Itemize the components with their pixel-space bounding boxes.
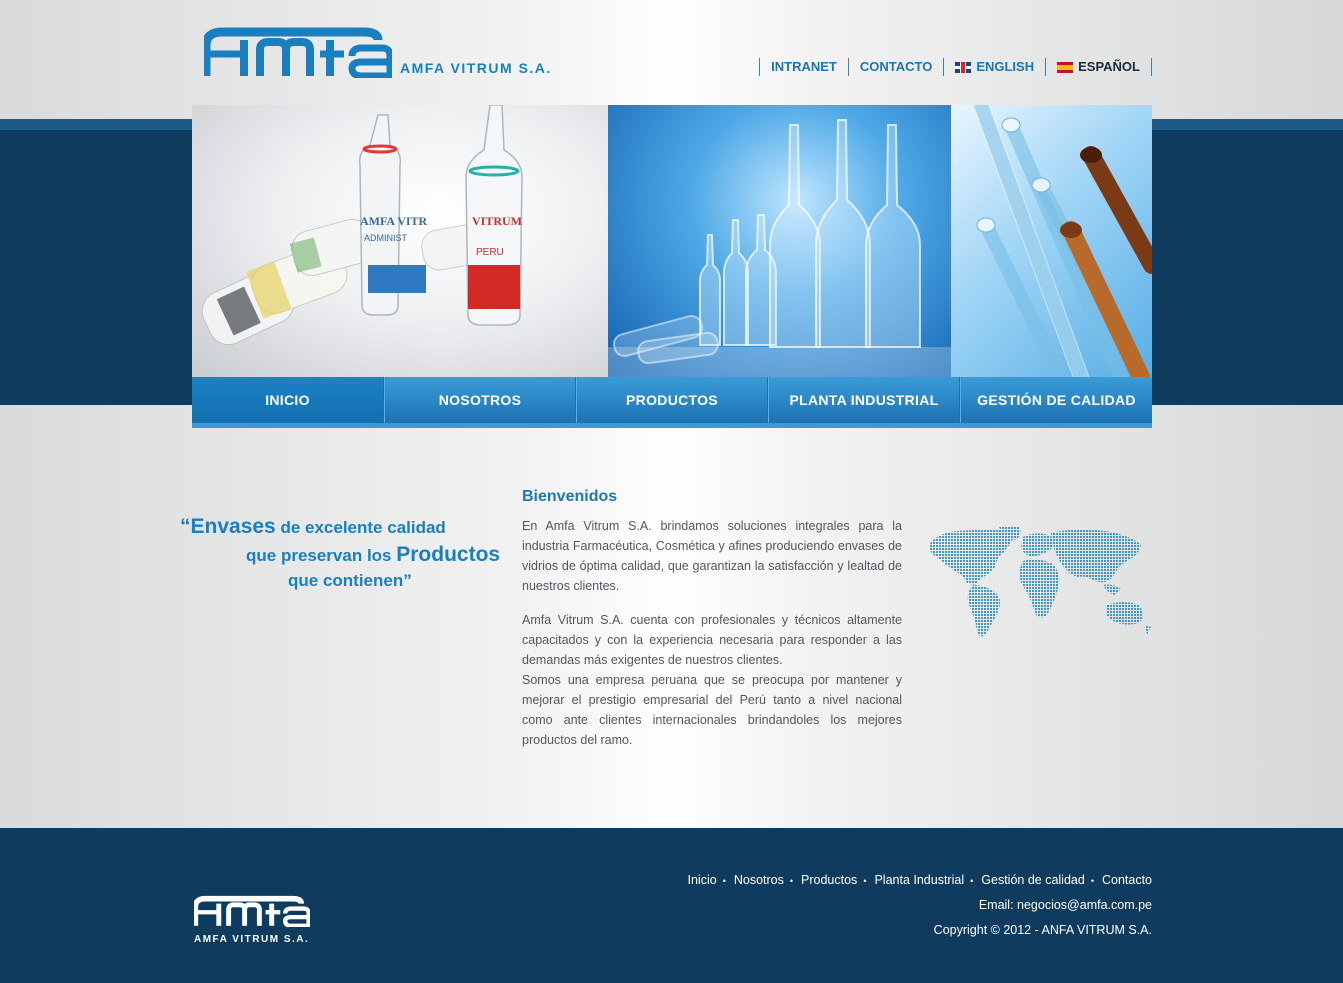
uk-flag-icon	[955, 61, 972, 73]
ampoules-photo: AMFA VITR ADMINIST VITRUM PERU	[192, 105, 608, 377]
glass-tubes-photo	[951, 105, 1152, 377]
slogan-word-productos: Productos	[396, 543, 501, 566]
welcome-paragraph-2: Amfa Vitrum S.A. cuenta con profesionale…	[522, 610, 902, 750]
footer-copyright: Copyright © 2012 - ANFA VITRUM S.A.	[933, 923, 1152, 937]
footer-separator: •	[789, 876, 794, 886]
footer-link-inicio[interactable]: Inicio	[684, 873, 717, 890]
footer: AMFA VITRUM S.A. Inicio • Nosotros • Pro…	[0, 828, 1343, 983]
nav-inicio[interactable]: INICIO	[192, 377, 384, 423]
spain-flag-icon	[1057, 61, 1074, 73]
svg-text:AMFA VITR: AMFA VITR	[360, 214, 428, 228]
footer-company-name: AMFA VITRUM S.A.	[194, 934, 310, 945]
hero-banner: AMFA VITR ADMINIST VITRUM PERU	[192, 105, 1152, 377]
nav-productos[interactable]: PRODUCTOS	[576, 377, 768, 423]
bottles-photo	[608, 105, 951, 377]
slogan-quote: “Envases de excelente calidad que preser…	[175, 515, 520, 591]
footer-logo[interactable]: AMFA VITRUM S.A.	[192, 895, 311, 945]
world-map-icon	[927, 527, 1152, 642]
footer-logo-mark	[192, 895, 311, 928]
nav-nosotros[interactable]: NOSOTROS	[384, 377, 576, 423]
intranet-link[interactable]: INTRANET	[759, 58, 848, 76]
footer-link-planta-industrial[interactable]: Planta Industrial	[870, 873, 964, 890]
footer-link-gestion-calidad[interactable]: Gestión de calidad	[977, 873, 1085, 890]
main-nav: INICIO NOSOTROS PRODUCTOS PLANTA INDUSTR…	[192, 377, 1152, 428]
header: AMFA VITRUM S.A. INTRANET CONTACTO ENGLI…	[192, 0, 1152, 105]
footer-link-productos[interactable]: Productos	[797, 873, 857, 890]
nav-gestion-calidad[interactable]: GESTIÓN DE CALIDAD	[960, 377, 1152, 423]
svg-text:PERU: PERU	[476, 247, 504, 258]
company-name: AMFA VITRUM S.A.	[400, 60, 552, 76]
amfa-logo[interactable]: AMFA VITRUM S.A.	[204, 22, 552, 78]
svg-text:ADMINIST: ADMINIST	[364, 233, 408, 243]
welcome-section: Bienvenidos En Amfa Vitrum S.A. brindamo…	[522, 488, 902, 750]
footer-separator: •	[1090, 876, 1094, 886]
english-link[interactable]: ENGLISH	[943, 58, 1045, 76]
top-links: INTRANET CONTACTO ENGLISH ESPAÑOL	[759, 57, 1152, 77]
welcome-paragraph-2a: Amfa Vitrum S.A. cuenta con profesionale…	[522, 613, 902, 667]
footer-link-contacto[interactable]: Contacto	[1098, 873, 1152, 890]
contacto-label: CONTACTO	[859, 59, 933, 74]
footer-links: Inicio • Nosotros • Productos • Planta I…	[684, 873, 1153, 890]
slogan-text-2: que preservan los	[246, 546, 397, 565]
footer-separator: •	[970, 876, 974, 886]
slogan-line-2: que preservan los Productos	[175, 543, 520, 567]
welcome-title: Bienvenidos	[522, 488, 618, 505]
contacto-link[interactable]: CONTACTO	[847, 58, 943, 76]
intranet-label: INTRANET	[771, 59, 837, 74]
footer-separator: •	[863, 876, 867, 886]
svg-text:VITRUM: VITRUM	[472, 214, 522, 228]
welcome-paragraph-1: En Amfa Vitrum S.A. brindamos soluciones…	[522, 519, 902, 593]
footer-email[interactable]: Email: negocios@amfa.com.pe	[979, 898, 1152, 912]
footer-separator: •	[722, 876, 726, 886]
slogan-text-1: de excelente calidad	[275, 518, 446, 537]
slogan-line-3: que contienen”	[288, 571, 412, 590]
espanol-link[interactable]: ESPAÑOL	[1045, 58, 1152, 76]
espanol-label: ESPAÑOL	[1078, 59, 1140, 74]
slogan-line-1: “Envases de excelente calidad	[175, 515, 520, 539]
nav-planta-industrial[interactable]: PLANTA INDUSTRIAL	[768, 377, 960, 423]
footer-link-nosotros[interactable]: Nosotros	[730, 873, 784, 890]
english-label: ENGLISH	[976, 59, 1035, 74]
welcome-paragraph-2b: Somos una empresa peruana que se preocup…	[522, 673, 902, 747]
slogan-word-envases: “Envases	[180, 515, 276, 538]
amfa-logo-mark	[204, 27, 392, 78]
